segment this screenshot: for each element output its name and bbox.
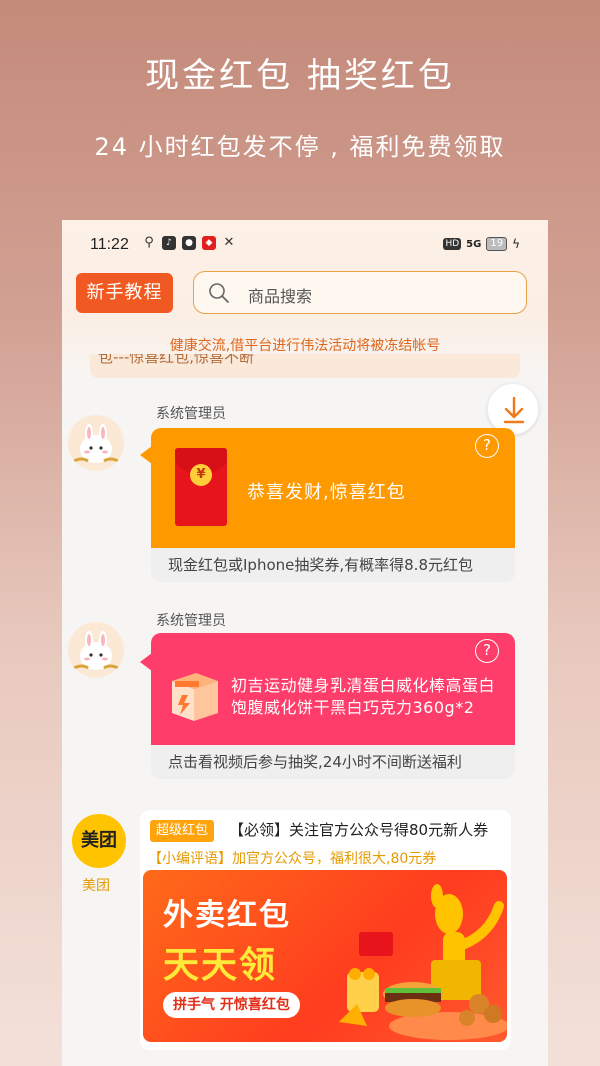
help-icon[interactable]: ? [475, 434, 499, 458]
status-bar: 11:22 ⚲ ♪ ● ◆ ✕ HD 5G 19 ϟ [62, 234, 548, 256]
avatar[interactable] [68, 415, 124, 471]
meituan-headline: 【必领】关注官方公众号得80元新人券 [229, 821, 489, 839]
banner-line-2: 天天领 [163, 945, 278, 986]
tutorial-button[interactable]: 新手教程 [76, 273, 173, 313]
search-input[interactable]: 商品搜索 [193, 271, 527, 314]
card-title: 初吉运动健身乳清蛋白威化棒高蛋白饱腹威化饼干黑白巧克力360g*2 [231, 676, 496, 717]
meituan-logo[interactable]: 美团 [72, 814, 126, 868]
app-icon: ◆ [202, 236, 216, 250]
editor-comment: 【小编评语】加官方公众号，福利很大,80元券 [148, 851, 437, 867]
sender-name: 系统管理员 [156, 406, 226, 422]
help-icon[interactable]: ? [475, 639, 499, 663]
hd-icon: HD [443, 238, 462, 250]
red-packet-card[interactable]: ¥ 恭喜发财,惊喜红包 ? 现金红包或Iphone抽奖券,有概率得8.8元红包 [151, 428, 515, 582]
app-icon: ● [182, 236, 196, 250]
lottery-card[interactable]: 初吉运动健身乳清蛋白威化棒高蛋白饱腹威化饼干黑白巧克力360g*2 ? 点击看视… [151, 633, 515, 779]
bunny-avatar-icon [73, 631, 119, 670]
meituan-label: 美团 [82, 878, 110, 894]
charging-icon: ϟ [512, 237, 520, 251]
phone-screen: 11:22 ⚲ ♪ ● ◆ ✕ HD 5G 19 ϟ 新手教程 商品搜索 健康交… [62, 220, 548, 1066]
promo-title: 现金红包 抽奖红包 [145, 56, 455, 96]
signal-icon: 5G [466, 238, 482, 250]
card-title: 恭喜发财,惊喜红包 [247, 482, 406, 503]
search-placeholder: 商品搜索 [248, 287, 313, 306]
tools-icon: ✕ [223, 235, 235, 250]
red-envelope-icon: ¥ [175, 448, 227, 526]
meituan-card[interactable]: 超级红包 【必领】关注官方公众号得80元新人券 【小编评语】加官方公众号，福利很… [140, 810, 511, 1050]
search-icon [209, 283, 229, 303]
promo-subtitle: 24 小时红包发不停 , 福利免费领取 [94, 133, 506, 161]
mystery-box-icon [172, 673, 218, 721]
marquee-text: 包---惊喜红包,惊喜不断 [98, 354, 255, 366]
super-red-packet-badge: 超级红包 [150, 820, 215, 842]
kangaroo-food-illustration [339, 884, 507, 1040]
tiktok-icon: ♪ [162, 236, 176, 250]
notification-icons: ⚲ ♪ ● ◆ ✕ [142, 236, 236, 250]
takeaway-banner[interactable]: 外卖红包 天天领 拼手气 开惊喜红包 [143, 870, 507, 1042]
banner-cta: 拼手气 开惊喜红包 [163, 992, 300, 1018]
notice-text: 健康交流,借平台进行伟法活动将被冻结帐号 [169, 338, 441, 354]
system-icons: HD 5G 19 ϟ [443, 237, 520, 251]
card-footer: 现金红包或Iphone抽奖券,有概率得8.8元红包 [151, 548, 515, 582]
card-footer: 点击看视频后参与抽奖,24小时不间断送福利 [151, 745, 515, 779]
usb-icon: ⚲ [144, 235, 154, 250]
avatar[interactable] [68, 622, 124, 678]
bunny-avatar-icon [73, 424, 119, 463]
battery-icon: 19 [486, 237, 508, 251]
sender-name: 系统管理员 [156, 613, 226, 629]
status-time: 11:22 [90, 236, 129, 253]
marquee-banner[interactable]: 包---惊喜红包,惊喜不断 [90, 354, 520, 378]
banner-line-1: 外卖红包 [163, 898, 291, 933]
